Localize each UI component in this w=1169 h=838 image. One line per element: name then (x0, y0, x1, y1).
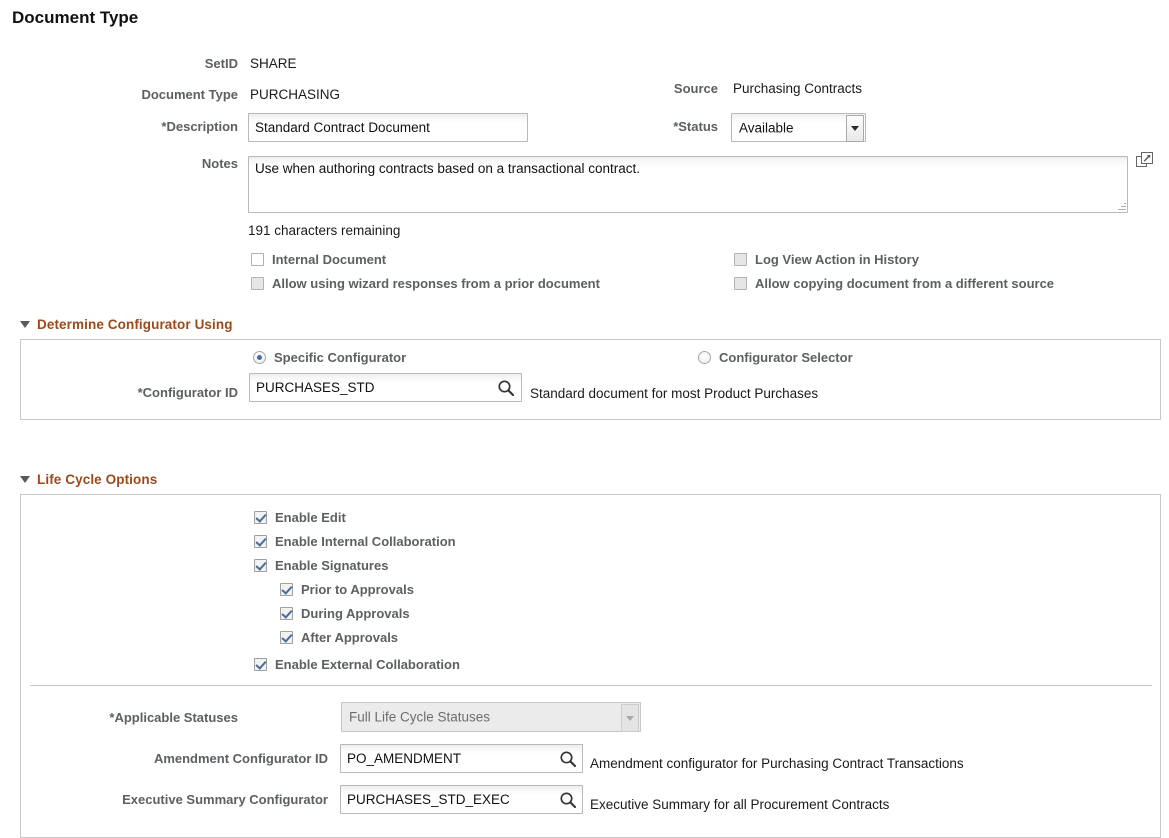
characters-remaining-text: 191 characters remaining (248, 223, 400, 238)
specific-configurator-label: Specific Configurator (274, 350, 406, 365)
status-label: *Status (560, 119, 718, 134)
status-select[interactable]: Available (731, 113, 866, 142)
notes-label: Notes (80, 156, 238, 171)
life-cycle-options-box (20, 494, 1161, 838)
radio-specific-configurator[interactable]: Specific Configurator (253, 350, 406, 365)
life-cycle-options-group-header[interactable]: Life Cycle Options (20, 472, 157, 487)
executive-summary-configurator-input[interactable] (340, 785, 583, 814)
allow-copying-document-label: Allow copying document from a different … (755, 276, 1054, 291)
determine-configurator-box (20, 339, 1161, 420)
source-label: Source (560, 81, 718, 96)
document-type-page: Document Type SetID SHARE Document Type … (0, 0, 1169, 838)
notes-textarea[interactable] (248, 156, 1128, 213)
configurator-selector-label: Configurator Selector (719, 350, 853, 365)
checkbox-after-approvals[interactable]: After Approvals (280, 630, 398, 645)
applicable-statuses-label: *Applicable Statuses (62, 710, 238, 725)
determine-configurator-title: Determine Configurator Using (37, 317, 233, 332)
prior-to-approvals-label: Prior to Approvals (301, 582, 414, 597)
enable-signatures-checkbox-box[interactable] (254, 559, 267, 572)
checkbox-log-view-action[interactable]: Log View Action in History (734, 252, 919, 267)
configurator-id-description: Standard document for most Product Purch… (530, 386, 818, 401)
after-approvals-checkbox-box[interactable] (280, 631, 293, 644)
prior-to-approvals-checkbox-box[interactable] (280, 583, 293, 596)
setid-value: SHARE (250, 56, 297, 71)
description-input[interactable] (248, 113, 528, 142)
executive-summary-configurator-description: Executive Summary for all Procurement Co… (590, 797, 889, 812)
checkbox-enable-signatures[interactable]: Enable Signatures (254, 558, 388, 573)
allow-wizard-responses-label: Allow using wizard responses from a prio… (272, 276, 600, 291)
checkbox-prior-to-approvals[interactable]: Prior to Approvals (280, 582, 414, 597)
enable-internal-collaboration-label: Enable Internal Collaboration (275, 534, 456, 549)
configurator-id-search-icon[interactable] (496, 378, 516, 398)
checkbox-enable-external-collaboration[interactable]: Enable External Collaboration (254, 657, 460, 672)
amendment-configurator-description: Amendment configurator for Purchasing Co… (590, 756, 964, 771)
page-title: Document Type (12, 8, 138, 28)
checkbox-internal-document[interactable]: Internal Document (251, 252, 386, 267)
during-approvals-label: During Approvals (301, 606, 410, 621)
allow-copying-document-checkbox-box[interactable] (734, 277, 747, 290)
enable-external-collaboration-checkbox-box[interactable] (254, 658, 267, 671)
specific-configurator-radio-button[interactable] (253, 351, 266, 364)
enable-internal-collaboration-checkbox-box[interactable] (254, 535, 267, 548)
determine-configurator-group-header[interactable]: Determine Configurator Using (20, 317, 233, 332)
checkbox-during-approvals[interactable]: During Approvals (280, 606, 410, 621)
applicable-statuses-select[interactable]: Full Life Cycle Statuses (341, 702, 641, 732)
source-value: Purchasing Contracts (733, 81, 862, 96)
document-type-value: PURCHASING (250, 87, 340, 102)
status-chevron-down-icon[interactable] (846, 115, 864, 142)
setid-label: SetID (80, 56, 238, 71)
applicable-statuses-chevron-down-icon (621, 704, 639, 732)
checkbox-enable-edit[interactable]: Enable Edit (254, 510, 346, 525)
during-approvals-checkbox-box[interactable] (280, 607, 293, 620)
section-divider (30, 685, 1152, 686)
life-cycle-options-title: Life Cycle Options (37, 472, 157, 487)
enable-external-collaboration-label: Enable External Collaboration (275, 657, 460, 672)
collapse-triangle-icon[interactable] (20, 321, 30, 328)
checkbox-allow-wizard-responses[interactable]: Allow using wizard responses from a prio… (251, 276, 600, 291)
internal-document-label: Internal Document (272, 252, 386, 267)
document-type-label: Document Type (80, 87, 238, 102)
log-view-action-checkbox-box[interactable] (734, 253, 747, 266)
amendment-configurator-label: Amendment Configurator ID (62, 751, 328, 766)
amendment-configurator-input[interactable] (340, 744, 583, 773)
configurator-selector-radio-button[interactable] (698, 351, 711, 364)
log-view-action-label: Log View Action in History (755, 252, 919, 267)
checkbox-enable-internal-collaboration[interactable]: Enable Internal Collaboration (254, 534, 456, 549)
applicable-statuses-value: Full Life Cycle Statuses (349, 710, 490, 725)
executive-summary-configurator-label: Executive Summary Configurator (62, 792, 328, 807)
enable-edit-label: Enable Edit (275, 510, 346, 525)
enable-signatures-label: Enable Signatures (275, 558, 388, 573)
expand-window-icon[interactable] (1136, 152, 1153, 168)
checkbox-allow-copying-document[interactable]: Allow copying document from a different … (734, 276, 1054, 291)
amendment-configurator-search-icon[interactable] (558, 749, 578, 769)
configurator-id-label: *Configurator ID (62, 385, 238, 400)
description-label: *Description (80, 119, 238, 134)
collapse-triangle-icon[interactable] (20, 476, 30, 483)
internal-document-checkbox-box[interactable] (251, 253, 264, 266)
allow-wizard-responses-checkbox-box[interactable] (251, 277, 264, 290)
radio-configurator-selector[interactable]: Configurator Selector (698, 350, 853, 365)
enable-edit-checkbox-box[interactable] (254, 511, 267, 524)
executive-summary-configurator-search-icon[interactable] (558, 790, 578, 810)
status-select-value: Available (739, 120, 794, 135)
after-approvals-label: After Approvals (301, 630, 398, 645)
configurator-id-input[interactable] (249, 373, 522, 402)
